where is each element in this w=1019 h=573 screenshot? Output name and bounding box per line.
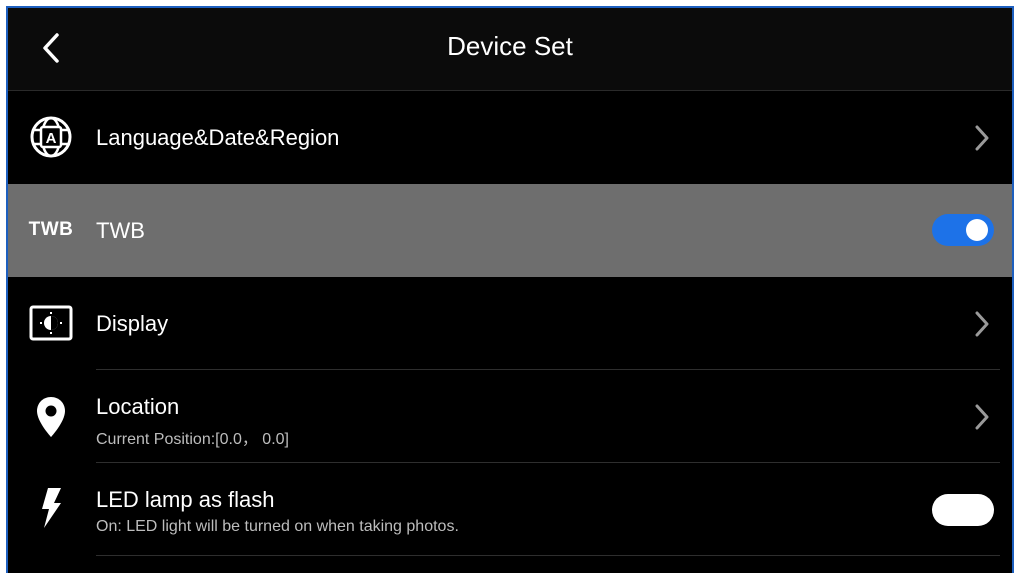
twb-row[interactable]: TWB TWB [8,184,1012,277]
led-flash-label: LED lamp as flash [96,487,275,512]
led-flash-row[interactable]: LED lamp as flash On: LED light will be … [8,463,1012,556]
twb-icon: TWB [28,219,74,240]
location-row[interactable]: Location Current Position:[0.0， 0.0] [8,370,1012,463]
display-brightness-icon [26,298,76,348]
language-date-region-row[interactable]: A Language&Date&Region [8,91,1012,184]
chevron-right-icon[interactable] [972,402,992,432]
twb-label: TWB [96,218,145,243]
twb-toggle[interactable] [932,214,994,246]
header-bar: Device Set [8,8,1012,91]
chevron-right-icon[interactable] [972,123,992,153]
language-date-region-label: Language&Date&Region [96,125,340,150]
svg-text:A: A [46,130,57,147]
current-position-text: Current Position:[0.0， 0.0] [96,431,289,448]
globe-language-icon: A [26,112,76,162]
flash-icon [26,483,76,533]
location-label: Location [96,394,180,419]
led-flash-description: On: LED light will be turned on when tak… [96,518,459,535]
display-row[interactable]: Display [8,277,1012,370]
location-pin-icon [26,392,76,442]
led-flash-toggle[interactable] [932,494,994,526]
display-label: Display [96,311,169,336]
toggle-knob [966,219,988,241]
page-title: Device Set [447,31,573,61]
row-divider [96,555,1000,556]
device-set-screen: Device Set A Language&Date&Region TWB TW… [6,6,1014,573]
chevron-right-icon[interactable] [972,309,992,339]
